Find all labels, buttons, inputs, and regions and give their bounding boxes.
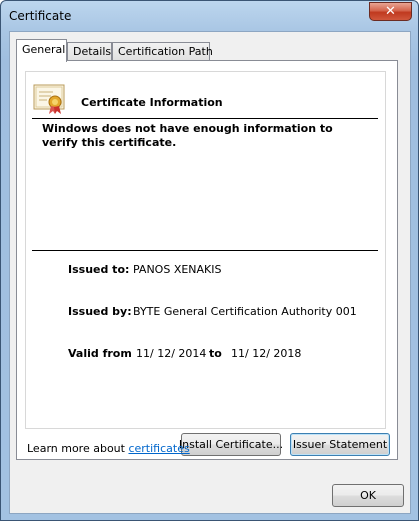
learn-more-text: Learn more about certificates	[27, 442, 190, 455]
valid-to-label: to	[209, 347, 222, 360]
close-button[interactable]: ✕	[369, 2, 412, 21]
tab-general[interactable]: General	[16, 39, 67, 62]
issued-to-label: Issued to:	[68, 263, 130, 276]
certificate-icon	[33, 84, 65, 114]
tab-certification-path[interactable]: Certification Path	[112, 42, 213, 60]
valid-from-value: 11/ 12/ 2014	[136, 347, 207, 360]
title-bar[interactable]: Certificate ✕	[1, 1, 418, 31]
fields-divider	[32, 250, 378, 251]
valid-from-label: Valid from	[68, 347, 132, 360]
valid-to-value: 11/ 12/ 2018	[231, 347, 302, 360]
tab-details[interactable]: Details	[67, 42, 112, 60]
window-title: Certificate	[9, 9, 72, 23]
issued-by-label: Issued by:	[68, 305, 132, 318]
header-divider	[32, 118, 378, 119]
dialog-client-area: General Details Certification Path Certi…	[9, 31, 411, 514]
verification-warning: Windows does not have enough information…	[42, 122, 333, 149]
ok-button[interactable]: OK	[332, 484, 404, 507]
general-tab-panel: Certificate Information Windows does not…	[16, 60, 398, 460]
learn-more-prefix: Learn more about	[27, 442, 129, 455]
certificates-link[interactable]: certificates	[128, 442, 189, 455]
certificate-window: Certificate ✕ General Details Certificat…	[0, 0, 419, 521]
issuer-statement-button[interactable]: Issuer Statement	[290, 433, 390, 456]
issued-by-value: BYTE General Certification Authority 001	[133, 305, 357, 318]
certificate-info-box: Certificate Information Windows does not…	[25, 71, 386, 429]
install-certificate-button[interactable]: Install Certificate...	[179, 433, 283, 456]
close-icon: ✕	[385, 4, 396, 19]
issued-to-value: PANOS XENAKIS	[133, 263, 222, 276]
certificate-info-title: Certificate Information	[81, 96, 223, 109]
